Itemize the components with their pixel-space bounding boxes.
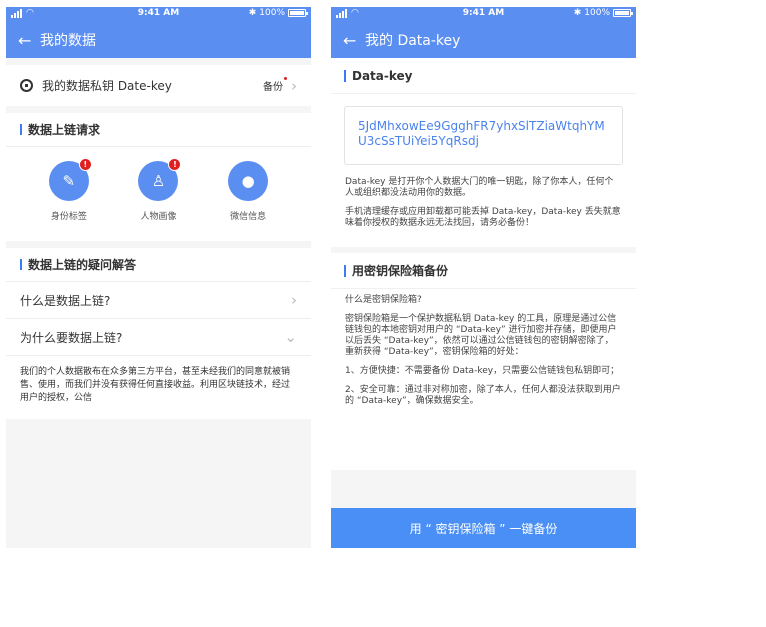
vault-heading: 用密钥保险箱备份 [331,253,636,289]
chevron-right-icon: › [291,291,297,309]
pencil-icon: ✎! [48,158,92,201]
nav-bar: ← 我的 Data-key [331,22,636,58]
vault-backup-button[interactable]: 用 “ 密钥保险箱 ” 一键备份 [331,508,636,548]
chain-request-section: 数据上链请求 ✎! 身份标签 ♙! 人物画像 ● 微信信息 [6,113,311,241]
faq-item-what[interactable]: 什么是数据上链? › [6,282,311,319]
status-bar: ◠ 9:41 AM ✱ 100% [331,7,636,22]
bottom-spacer [331,470,636,508]
wechat-icon: ● [228,161,269,201]
key-icon [20,79,33,92]
status-bar: ◠ 9:41 AM ✱ 100% [6,7,311,22]
my-data-screen: ◠ 9:41 AM ✱ 100% ← 我的数据 我的数据私钥 Date-key … [6,7,311,548]
persona-label: 人物画像 [140,212,177,222]
data-key-warning: 手机清理缓存或应用卸载都可能丢掉 Data-key，Data-key 丢失就意味… [345,207,621,228]
persona-item[interactable]: ♙! 人物画像 [123,158,193,241]
chevron-down-icon: ⌄ [284,328,297,346]
vault-question: 什么是密钥保险箱? [345,295,422,305]
battery-icon [288,9,308,17]
data-key-row[interactable]: 我的数据私钥 Date-key 备份 › [6,65,311,106]
battery-percent: 100% [584,8,610,18]
data-key-description: Data-key 是打开你个人数据大门的唯一钥匙，除了你本人，任何个人或组织都没… [345,177,614,198]
data-key-value[interactable]: 5JdMhxowEe9GgghFR7yhxSlTZiaWtqhYMU3cSsTU… [344,106,623,165]
data-key-heading: Data-key [331,58,636,94]
data-key-screen: ◠ 9:41 AM ✱ 100% ← 我的 Data-key Data-key … [331,7,636,548]
faq-answer: 我们的个人数据散布在众多第三方平台，甚至未经我们的同意就被销售、使用，而我们并没… [20,367,291,403]
vault-explanation: 密钥保险箱是一个保护数据私钥 Data-key 的工具，原理是通过公信链钱包的本… [345,314,617,357]
page-title: 我的数据 [40,33,96,49]
vault-benefit-2: 2、安全可靠：通过非对称加密，除了本人，任何人都没法获取到用户的 “Data-k… [345,385,621,406]
faq-heading: 数据上链的疑问解答 [6,248,311,282]
identity-tag-item[interactable]: ✎! 身份标签 [34,158,104,241]
identity-tag-label: 身份标签 [50,212,87,222]
bluetooth-icon: ✱ [573,8,582,18]
faq-item-why[interactable]: 为什么要数据上链? ⌄ [6,319,311,356]
faq-section: 数据上链的疑问解答 什么是数据上链? › 为什么要数据上链? ⌄ 我们的个人数据… [6,248,311,419]
data-key-label: 我的数据私钥 Date-key [42,79,172,93]
back-arrow-icon[interactable]: ← [18,31,40,50]
backup-alert-dot [284,77,287,80]
battery-icon [613,9,633,17]
page-title: 我的 Data-key [365,33,461,49]
vault-benefit-1: 1、方便快捷：不需要备份 Data-key，只需要公信链钱包私钥即可； [345,366,620,376]
back-arrow-icon[interactable]: ← [343,31,365,50]
alert-badge: ! [168,158,182,171]
person-icon: ♙! [138,158,182,201]
backup-link[interactable]: 备份 [263,77,287,93]
nav-bar: ← 我的数据 [6,22,311,58]
chevron-right-icon: › [291,76,297,95]
wechat-info-item[interactable]: ● 微信信息 [213,161,283,241]
alert-badge: ! [78,158,92,171]
faq-question: 为什么要数据上链? [20,330,123,345]
chain-request-heading: 数据上链请求 [6,113,311,147]
wechat-info-label: 微信信息 [230,212,267,222]
battery-percent: 100% [259,8,285,18]
faq-question: 什么是数据上链? [20,293,111,308]
bluetooth-icon: ✱ [248,8,257,18]
